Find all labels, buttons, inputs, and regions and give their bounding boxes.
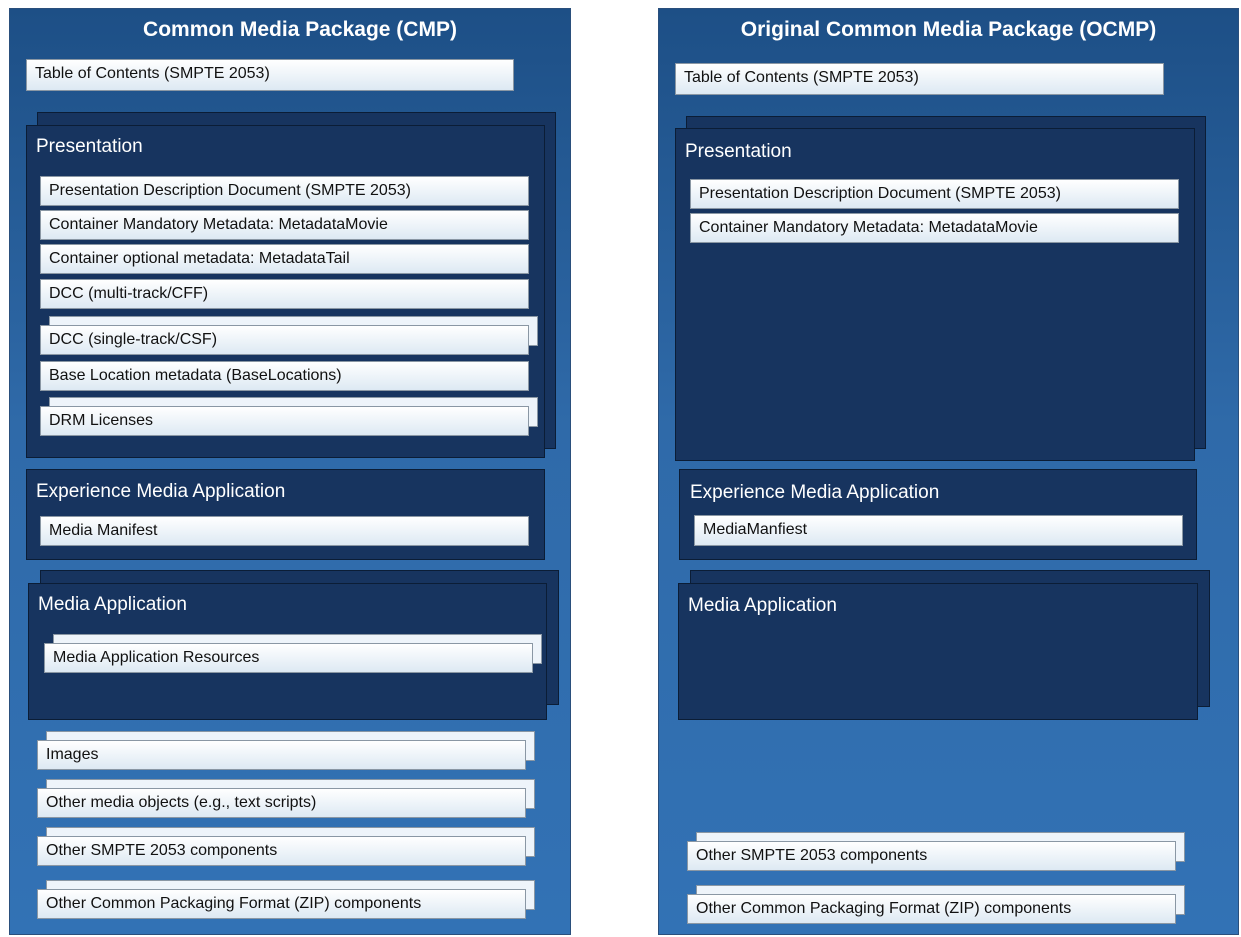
ocmp-toc-box: Table of Contents (SMPTE 2053) bbox=[675, 63, 1164, 95]
ocmp-presentation-group bbox=[675, 128, 1195, 461]
cmp-media-app-label: Media Application bbox=[38, 594, 187, 615]
cmp-experience-item: Media Manifest bbox=[40, 516, 529, 546]
ocmp-presentation-item: Presentation Description Document (SMPTE… bbox=[690, 179, 1179, 209]
cmp-bottom-item: Images bbox=[37, 740, 526, 770]
cmp-media-app-item: Media Application Resources bbox=[44, 643, 533, 673]
ocmp-experience-label: Experience Media Application bbox=[690, 482, 940, 503]
cmp-presentation-item: DCC (single-track/CSF) bbox=[40, 325, 529, 355]
ocmp-title: Original Common Media Package (OCMP) bbox=[740, 18, 1157, 41]
cmp-presentation-item: Presentation Description Document (SMPTE… bbox=[40, 176, 529, 206]
ocmp-bottom-item: Other SMPTE 2053 components bbox=[687, 841, 1176, 871]
cmp-presentation-label: Presentation bbox=[36, 136, 143, 157]
ocmp-presentation-label: Presentation bbox=[685, 141, 792, 162]
cmp-bottom-item: Other Common Packaging Format (ZIP) comp… bbox=[37, 889, 526, 919]
ocmp-presentation-item: Container Mandatory Metadata: MetadataMo… bbox=[690, 213, 1179, 243]
cmp-presentation-item: Container optional metadata: MetadataTai… bbox=[40, 244, 529, 274]
cmp-presentation-item: DCC (multi-track/CFF) bbox=[40, 279, 529, 309]
cmp-bottom-item: Other media objects (e.g., text scripts) bbox=[37, 788, 526, 818]
cmp-presentation-item: Container Mandatory Metadata: MetadataMo… bbox=[40, 210, 529, 240]
ocmp-bottom-item: Other Common Packaging Format (ZIP) comp… bbox=[687, 894, 1176, 924]
ocmp-experience-item: MediaManfiest bbox=[694, 515, 1183, 546]
cmp-bottom-item: Other SMPTE 2053 components bbox=[37, 836, 526, 866]
ocmp-media-app-label: Media Application bbox=[688, 595, 837, 616]
cmp-experience-label: Experience Media Application bbox=[36, 481, 286, 502]
cmp-title: Common Media Package (CMP) bbox=[143, 18, 457, 41]
cmp-presentation-item: Base Location metadata (BaseLocations) bbox=[40, 361, 529, 391]
cmp-toc-box: Table of Contents (SMPTE 2053) bbox=[26, 59, 514, 91]
cmp-presentation-item: DRM Licenses bbox=[40, 406, 529, 436]
